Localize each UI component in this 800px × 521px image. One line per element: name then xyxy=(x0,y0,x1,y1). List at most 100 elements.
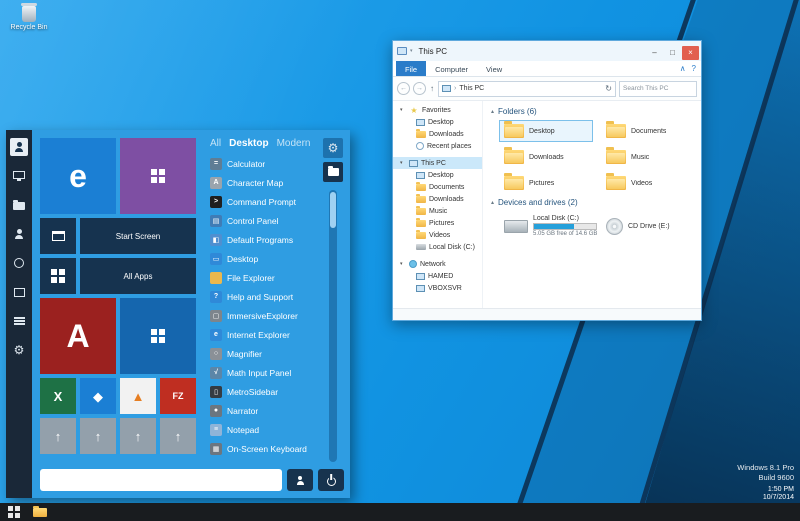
settings-icon[interactable]: ⚙ xyxy=(10,341,28,359)
all-apps-tile[interactable]: All Apps xyxy=(80,258,196,294)
title-bar[interactable]: ▾ This PC –□× xyxy=(393,41,701,61)
settings-button[interactable]: ⚙ xyxy=(323,138,343,158)
collapse-group-icon[interactable]: ▴ xyxy=(491,199,494,206)
phone-icon[interactable] xyxy=(10,254,28,272)
nav-item-local-disk-c[interactable]: Local Disk (C:) xyxy=(393,241,482,253)
adobe-reader-tile[interactable]: A xyxy=(40,298,116,374)
nav-item-network[interactable]: ▾Network xyxy=(393,258,482,270)
expand-caret-icon[interactable]: ▾ xyxy=(400,261,406,267)
app-list-scrollbar[interactable] xyxy=(329,190,337,462)
blue-grid-tile[interactable] xyxy=(120,298,196,374)
app-item-character-map[interactable]: ACharacter Map xyxy=(208,173,318,192)
app-item-default-programs[interactable]: ◧Default Programs xyxy=(208,230,318,249)
start-button[interactable] xyxy=(3,503,25,521)
app-item-immersiveexplorer[interactable]: ▢ImmersiveExplorer xyxy=(208,306,318,325)
documents-icon[interactable] xyxy=(10,196,28,214)
user-button[interactable] xyxy=(287,469,313,491)
nav-item-favorites[interactable]: ▾★Favorites xyxy=(393,104,482,116)
nav-item-downloads[interactable]: Downloads xyxy=(393,193,482,205)
nav-item-videos[interactable]: Videos xyxy=(393,229,482,241)
app-item-on-screen-keyboard[interactable]: ▦On-Screen Keyboard xyxy=(208,439,318,458)
nav-item-desktop[interactable]: Desktop xyxy=(393,116,482,128)
tray-clock[interactable]: 1:50 PM 10/7/2014 xyxy=(763,486,794,502)
minimize-button[interactable]: – xyxy=(646,46,663,60)
nav-item-this-pc[interactable]: ▾This PC xyxy=(393,157,482,169)
vlc-tile[interactable]: ▲ xyxy=(120,378,156,414)
app-item-narrator[interactable]: ●Narrator xyxy=(208,401,318,420)
app-item-command-prompt[interactable]: >Command Prompt xyxy=(208,192,318,211)
nav-item-desktop[interactable]: Desktop xyxy=(393,169,482,181)
ribbon-tab-file[interactable]: File xyxy=(396,61,426,76)
filezilla-tile[interactable]: FZ xyxy=(160,378,196,414)
start-search-input[interactable] xyxy=(40,469,282,491)
refresh-icon[interactable]: ↻ xyxy=(605,84,612,93)
ribbon-collapse-icon[interactable]: ∧ xyxy=(680,64,686,73)
explorer-search-input[interactable]: Search This PC xyxy=(619,81,697,97)
pictures-icon[interactable] xyxy=(10,283,28,301)
tab-desktop[interactable]: Desktop xyxy=(229,138,268,149)
ribbon-tab-view[interactable]: View xyxy=(477,61,511,76)
app-item-file-explorer[interactable]: File Explorer xyxy=(208,268,318,287)
nav-item-recent-places[interactable]: Recent places xyxy=(393,140,482,152)
close-button[interactable]: × xyxy=(682,46,699,60)
forward-button[interactable]: → xyxy=(413,82,426,95)
taskbar-file-explorer-button[interactable] xyxy=(29,503,51,521)
contacts-icon[interactable] xyxy=(10,225,28,243)
item-pictures[interactable]: Pictures xyxy=(499,172,593,194)
app-item-internet-explorer[interactable]: eInternet Explorer xyxy=(208,325,318,344)
item-documents[interactable]: Documents xyxy=(601,120,695,142)
list-icon[interactable] xyxy=(10,312,28,330)
tab-all[interactable]: All xyxy=(210,138,221,149)
app-item-notepad[interactable]: ≡Notepad xyxy=(208,420,318,439)
start-screen-tile[interactable]: Start Screen xyxy=(80,218,196,254)
ribbon-tab-computer[interactable]: Computer xyxy=(426,61,477,76)
nav-item-documents[interactable]: Documents xyxy=(393,181,482,193)
app-item-calculator[interactable]: =Calculator xyxy=(208,154,318,173)
app-item-magnifier[interactable]: ○Magnifier xyxy=(208,344,318,363)
excel-tile[interactable]: X xyxy=(40,378,76,414)
apps-grid-tile[interactable] xyxy=(40,258,76,294)
app-item-metrosidebar[interactable]: ▯MetroSidebar xyxy=(208,382,318,401)
nav-item-vboxsvr[interactable]: VBOXSVR xyxy=(393,282,482,294)
maximize-button[interactable]: □ xyxy=(664,46,681,60)
nav-item-music[interactable]: Music xyxy=(393,205,482,217)
app-item-paint[interactable]: ◔Paint xyxy=(208,458,318,462)
nav-item-hamed[interactable]: HAMED xyxy=(393,270,482,282)
nav-item-downloads[interactable]: Downloads xyxy=(393,128,482,140)
expand-caret-icon[interactable]: ▾ xyxy=(400,160,406,166)
app-item-control-panel[interactable]: ▤Control Panel xyxy=(208,211,318,230)
shortcut-tile-3[interactable]: ↑ xyxy=(120,418,156,454)
address-bar[interactable]: › This PC ↻ xyxy=(438,81,616,97)
breadcrumb[interactable]: This PC xyxy=(459,85,484,92)
user-icon[interactable] xyxy=(10,138,28,156)
item-local-disk-c[interactable]: Local Disk (C:)5.05 GB free of 14.6 GB xyxy=(499,211,593,241)
diamond-tile[interactable]: ◆ xyxy=(80,378,116,414)
recycle-bin[interactable]: Recycle Bin xyxy=(6,6,52,31)
shortcut-tile-1[interactable]: ↑ xyxy=(40,418,76,454)
tab-modern[interactable]: Modern xyxy=(277,138,311,149)
app-item-math-input-panel[interactable]: √Math Input Panel xyxy=(208,363,318,382)
item-music[interactable]: Music xyxy=(601,146,695,168)
back-button[interactable]: ← xyxy=(397,82,410,95)
power-button[interactable] xyxy=(318,469,344,491)
internet-explorer-tile[interactable]: e xyxy=(40,138,116,214)
nav-item-pictures[interactable]: Pictures xyxy=(393,217,482,229)
display-icon[interactable] xyxy=(10,167,28,185)
modern-apps-tile[interactable] xyxy=(120,138,196,214)
shortcut-tile-4[interactable]: ↑ xyxy=(160,418,196,454)
collapse-group-icon[interactable]: ▴ xyxy=(491,108,494,115)
shortcut-tile-2[interactable]: ↑ xyxy=(80,418,116,454)
up-button[interactable]: ↑ xyxy=(429,84,435,93)
file-explorer-button[interactable] xyxy=(323,162,343,182)
quick-access-dropdown-icon[interactable]: ▾ xyxy=(410,48,413,54)
scrollbar-thumb[interactable] xyxy=(330,192,336,228)
item-videos[interactable]: Videos xyxy=(601,172,695,194)
item-downloads[interactable]: Downloads xyxy=(499,146,593,168)
help-icon[interactable]: ? xyxy=(692,64,696,73)
item-desktop[interactable]: Desktop xyxy=(499,120,593,142)
expand-caret-icon[interactable]: ▾ xyxy=(400,107,406,113)
item-cd-drive-e[interactable]: CD Drive (E:) xyxy=(601,211,695,241)
window-tile[interactable] xyxy=(40,218,76,254)
app-item-desktop[interactable]: ▭Desktop xyxy=(208,249,318,268)
app-item-help-and-support[interactable]: ?Help and Support xyxy=(208,287,318,306)
